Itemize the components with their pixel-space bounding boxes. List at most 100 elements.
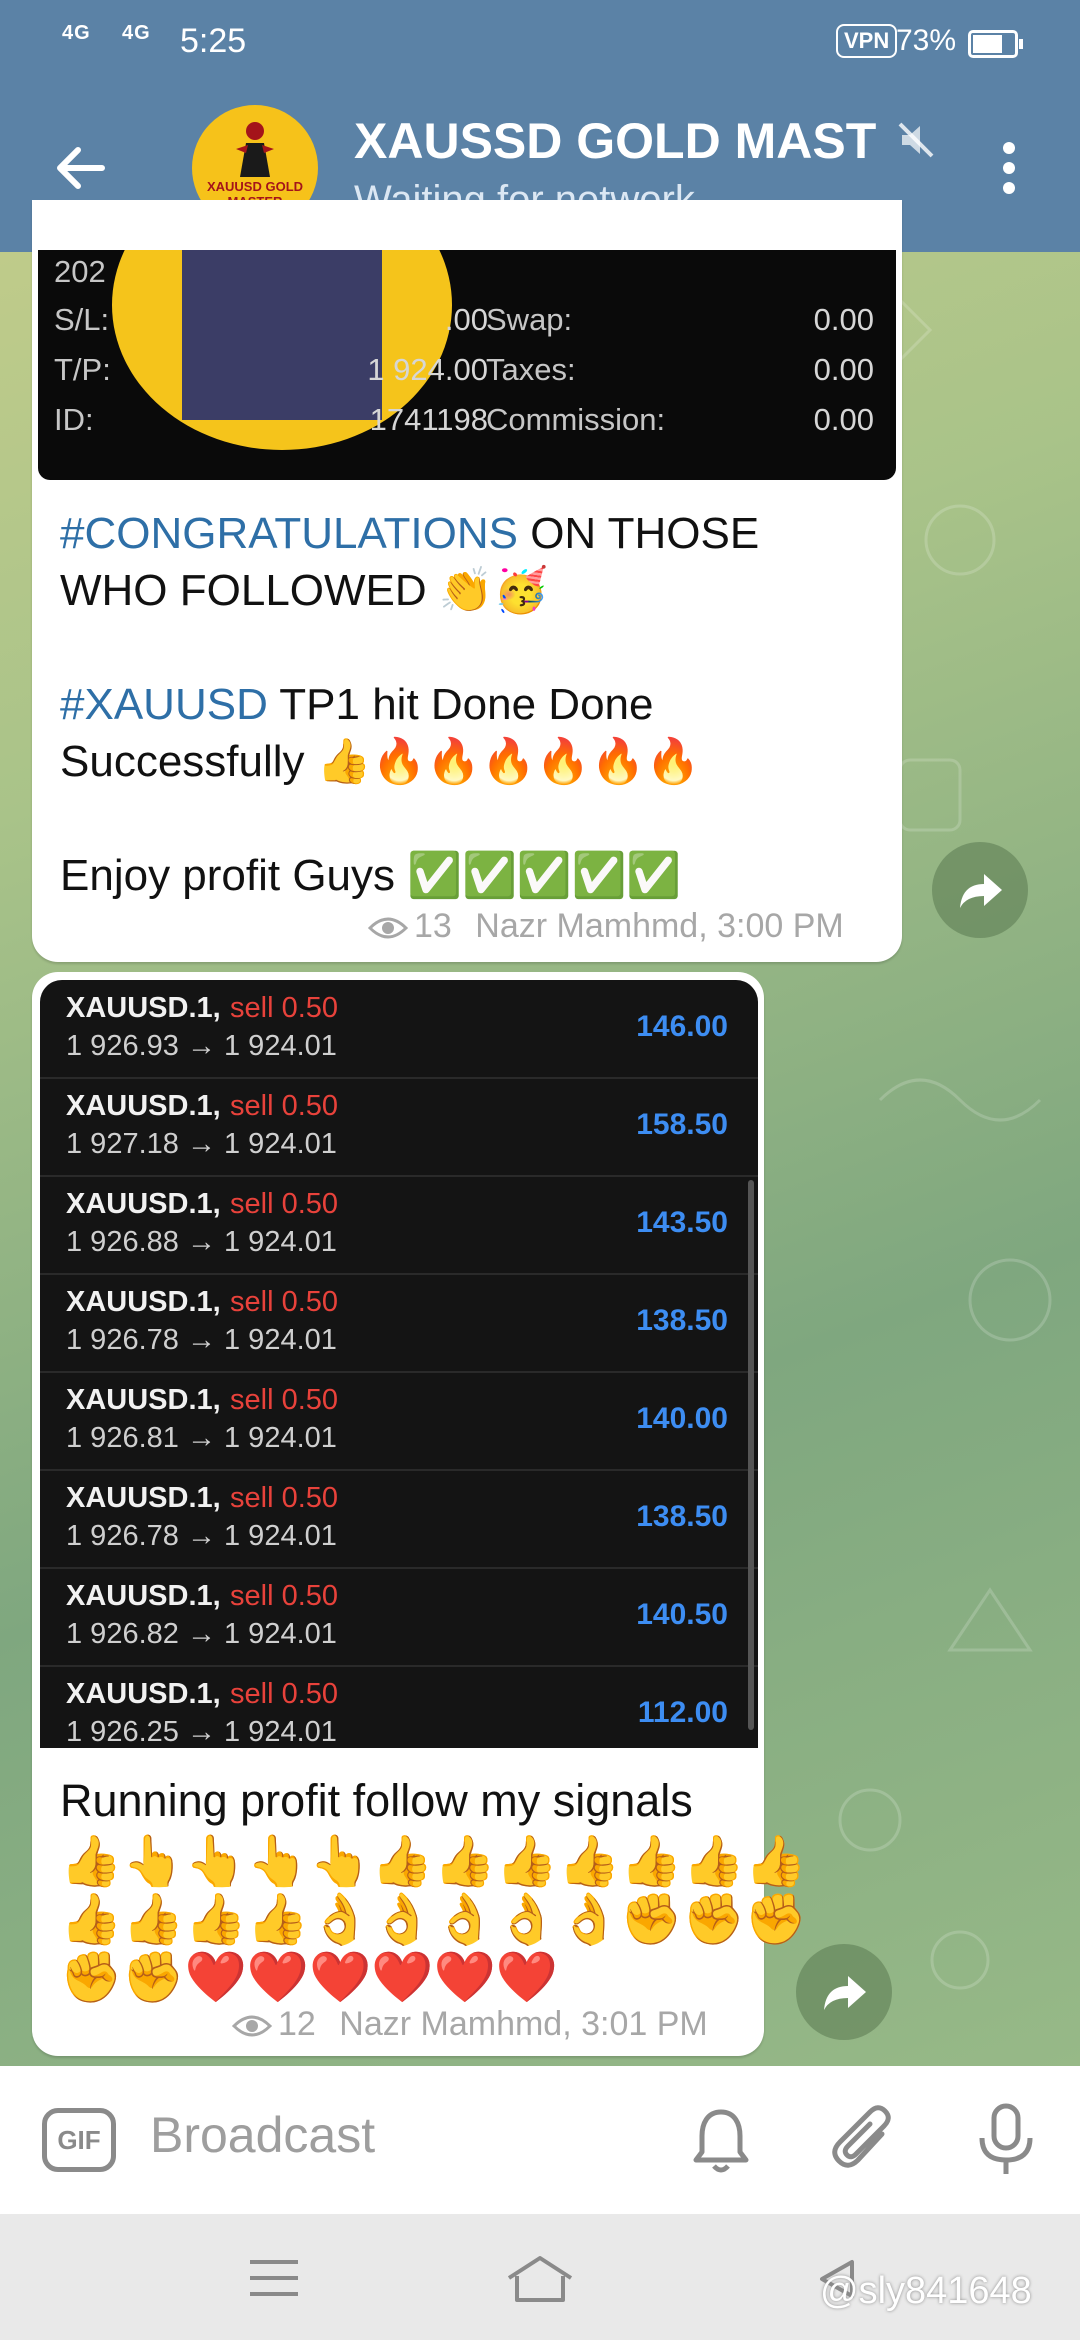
clock: 5:25	[180, 22, 247, 60]
emoji-line: 👍👍👍👍👌👌👌👌👌✊✊✊	[60, 1891, 808, 1947]
emoji-line: ✊✊❤️❤️❤️❤️❤️❤️	[60, 1949, 559, 2005]
id-label: ID:	[54, 402, 94, 437]
trade-symbol: XAUUSD.1,	[66, 1678, 221, 1710]
message-text: Running profit follow my signals	[60, 1775, 693, 1826]
message-line: WHO FOLLOWED 👏🥳	[60, 566, 549, 615]
message-line: Enjoy profit Guys ✅✅✅✅✅	[60, 851, 682, 900]
forward-button[interactable]	[796, 1944, 892, 2040]
message-meta: 12 Nazr Mamhmd, 3:01 PM	[232, 2005, 708, 2044]
more-options-icon[interactable]	[1000, 142, 1018, 196]
trade-row: XAUUSD.1, sell 0.50 1 926.81 → 1 924.01 140…	[40, 1372, 758, 1471]
watermark: @sly841648	[820, 2270, 1032, 2312]
trades-image[interactable]: XAUUSD.1, sell 0.50 1 926.93 → 1 924.01 146…	[40, 980, 758, 1748]
trade-side: sell 0.50	[230, 1580, 339, 1612]
trade-side: sell 0.50	[230, 1384, 339, 1416]
trade-profit: 138.50	[636, 1304, 728, 1337]
trade-row: XAUUSD.1, sell 0.50 1 926.93 → 1 924.01 146…	[40, 980, 758, 1079]
trade-symbol: XAUUSD.1,	[66, 1090, 221, 1122]
attach-icon[interactable]	[830, 2104, 900, 2176]
system-nav-bar: @sly841648	[0, 2214, 1080, 2340]
trade-prices: 1 926.93 → 1 924.01	[66, 1030, 337, 1062]
trade-symbol: XAUUSD.1,	[66, 1482, 221, 1514]
views-eye-icon	[232, 2015, 272, 2037]
trade-symbol: XAUUSD.1,	[66, 1286, 221, 1318]
hashtag-link[interactable]: #CONGRATULATIONS	[60, 509, 518, 558]
trade-symbol: XAUUSD.1,	[66, 992, 221, 1024]
trade-row: XAUUSD.1, sell 0.50 1 926.25 → 1 924.01 112…	[40, 1666, 758, 1748]
trade-side: sell 0.50	[230, 1286, 339, 1318]
battery-icon	[968, 30, 1023, 58]
view-count: 12	[278, 2005, 316, 2043]
trade-profit: 143.50	[636, 1206, 728, 1239]
sl-label: S/L:	[54, 302, 110, 337]
trade-side: sell 0.50	[230, 1188, 339, 1220]
message-text: #CONGRATULATIONS ON THOSE WHO FOLLOWED 👏…	[60, 505, 759, 904]
commission-value: 0.00	[813, 402, 874, 437]
taxes-label: Taxes:	[486, 352, 576, 387]
battery-fill	[973, 35, 1002, 53]
trade-row: XAUUSD.1, sell 0.50 1 926.78 → 1 924.01 138…	[40, 1470, 758, 1569]
author-time: Nazr Mamhmd, 3:01 PM	[339, 2005, 708, 2043]
trade-row: XAUUSD.1, sell 0.50 1 927.18 → 1 924.01 158…	[40, 1078, 758, 1177]
trade-symbol: XAUUSD.1,	[66, 1188, 221, 1220]
trade-side: sell 0.50	[230, 1678, 339, 1710]
commission-label: Commission:	[486, 402, 666, 437]
trade-prices: 1 926.88 → 1 924.01	[66, 1226, 337, 1258]
broadcast-input[interactable]: Broadcast	[150, 2106, 375, 2164]
message-line: Successfully 👍🔥🔥🔥🔥🔥🔥	[60, 737, 701, 786]
author-time: Nazr Mamhmd, 3:00 PM	[475, 907, 844, 945]
trade-side: sell 0.50	[230, 992, 339, 1024]
trade-profit: 146.00	[636, 1010, 728, 1043]
views-eye-icon	[368, 917, 408, 939]
view-count: 13	[414, 907, 452, 945]
trade-profit: 158.50	[636, 1108, 728, 1141]
avatar-figure-icon	[236, 122, 274, 177]
sl-value: .00	[444, 302, 488, 337]
trade-row: XAUUSD.1, sell 0.50 1 926.78 → 1 924.01 138…	[40, 1274, 758, 1373]
microphone-icon[interactable]	[976, 2102, 1036, 2178]
trade-prices: 1 927.18 → 1 924.01	[66, 1128, 337, 1160]
recent-apps-icon[interactable]	[248, 2258, 300, 2298]
trade-date-partial: 202	[54, 254, 106, 289]
battery-percent: 73%	[896, 24, 957, 57]
id-value: 1741198	[369, 402, 488, 437]
trade-profit: 138.50	[636, 1500, 728, 1533]
hashtag-link[interactable]: #XAUUSD	[60, 680, 268, 729]
taxes-value: 0.00	[813, 352, 874, 387]
chat-title[interactable]: XAUSSD GOLD MAST	[354, 112, 894, 170]
trade-prices: 1 926.78 → 1 924.01	[66, 1520, 337, 1552]
gif-button[interactable]: GIF	[42, 2108, 116, 2172]
swap-value: 0.00	[813, 302, 874, 337]
status-bar: 4G 4G 5:25 VPN 73%	[0, 0, 1080, 86]
network-indicator: 4G	[62, 22, 91, 44]
network-indicator-2: 4G	[122, 22, 151, 44]
trade-prices: 1 926.78 → 1 924.01	[66, 1324, 337, 1356]
bell-icon[interactable]	[690, 2106, 752, 2176]
swap-label: Swap:	[486, 302, 573, 337]
trade-symbol: XAUUSD.1,	[66, 1384, 221, 1416]
tp-value: 1 924.00	[367, 352, 488, 387]
vpn-badge: VPN	[836, 24, 898, 58]
trade-side: sell 0.50	[230, 1482, 339, 1514]
trade-profit: 112.00	[637, 1696, 728, 1729]
muted-icon	[898, 122, 934, 158]
message-meta: 13 Nazr Mamhmd, 3:00 PM	[368, 907, 844, 946]
trades-scrollbar	[748, 1180, 754, 1730]
emoji-line: 👍👆👆👆👆👍👍👍👍👍👍👍	[60, 1833, 808, 1889]
trade-profit: 140.00	[636, 1402, 728, 1435]
trade-symbol: XAUUSD.1,	[66, 1580, 221, 1612]
trade-side: sell 0.50	[230, 1090, 339, 1122]
trade-prices: 1 926.25 → 1 924.01	[66, 1716, 337, 1748]
trade-profit: 140.50	[636, 1598, 728, 1631]
trade-details-image[interactable]: 202 S/L: .00 Swap: 0.00 T/P: 1 924.00 Ta…	[38, 250, 896, 480]
back-arrow-icon[interactable]	[52, 140, 112, 200]
forward-arrow-icon	[824, 1976, 866, 2010]
trade-row: XAUUSD.1, sell 0.50 1 926.88 → 1 924.01 143…	[40, 1176, 758, 1275]
composer-bar: GIF Broadcast	[0, 2066, 1080, 2214]
trade-prices: 1 926.82 → 1 924.01	[66, 1618, 337, 1650]
forward-arrow-icon	[960, 874, 1002, 908]
trade-prices: 1 926.81 → 1 924.01	[66, 1422, 337, 1454]
tp-label: T/P:	[54, 352, 111, 387]
home-icon[interactable]	[505, 2254, 575, 2304]
forward-button[interactable]	[932, 842, 1028, 938]
